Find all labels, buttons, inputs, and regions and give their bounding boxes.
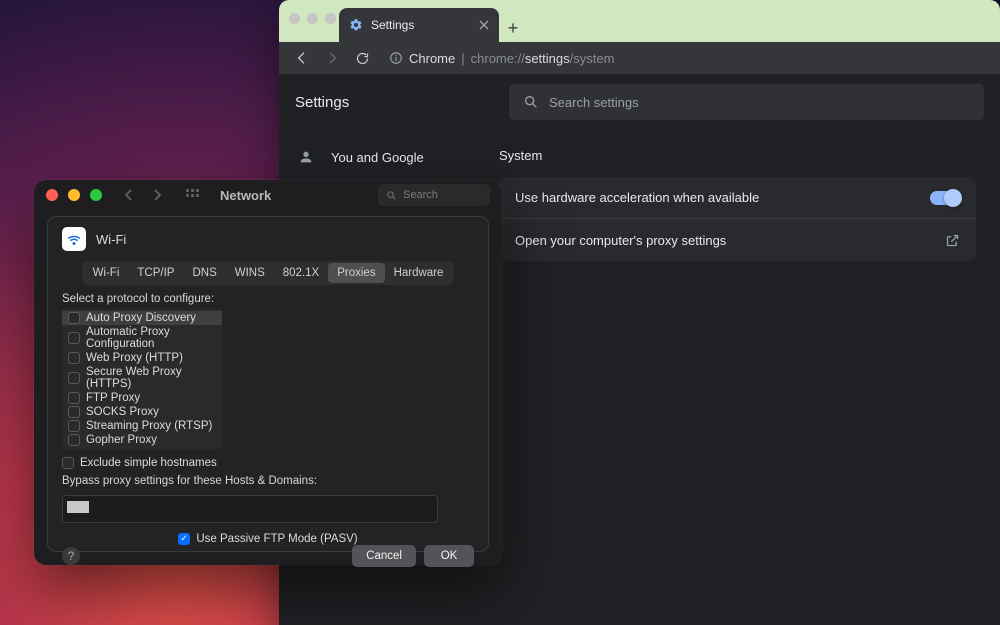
checkbox[interactable] [68,332,80,344]
wifi-icon [62,227,86,251]
traffic-max[interactable] [325,13,336,24]
tab-settings[interactable]: Settings [339,8,499,42]
row-label: Use hardware acceleration when available [515,190,759,205]
tab-hardware[interactable]: Hardware [385,263,453,283]
tab-8021x[interactable]: 802.1X [274,263,328,283]
checkbox[interactable] [68,352,80,364]
row-label: Open your computer's proxy settings [515,233,726,248]
select-protocol-label: Select a protocol to configure: [62,293,474,305]
section-title: System [499,148,976,163]
person-icon [297,148,315,166]
sidebar-item-you-and-google[interactable]: You and Google [279,138,499,176]
row-hw-accel: Use hardware acceleration when available [499,177,976,218]
settings-search[interactable]: Search settings [509,84,984,120]
checkbox[interactable] [68,372,80,384]
forward-button[interactable] [321,47,343,69]
tab-wins[interactable]: WINS [226,263,274,283]
panel-search[interactable]: Search [378,184,490,206]
help-button[interactable]: ? [62,547,80,565]
checkbox[interactable] [68,406,80,418]
protocol-label: Secure Web Proxy (HTTPS) [86,366,216,390]
protocol-label: SOCKS Proxy [86,406,159,418]
protocol-label: Automatic Proxy Configuration [86,326,216,350]
protocol-item[interactable]: Gopher Proxy [62,433,222,447]
search-placeholder: Search settings [549,95,639,110]
gear-icon [349,18,363,32]
tab-label: Settings [371,18,414,32]
protocol-label: Gopher Proxy [86,434,157,446]
checkbox[interactable] [68,420,80,432]
passive-ftp-checkbox[interactable] [178,533,190,545]
exclude-hostnames-label: Exclude simple hostnames [80,457,217,469]
protocol-list: Auto Proxy Discovery Automatic Proxy Con… [62,309,222,449]
protocol-item[interactable]: FTP Proxy [62,391,222,405]
hw-accel-toggle[interactable] [930,191,960,205]
url-scheme: chrome:// [471,51,525,66]
protocol-label: Auto Proxy Discovery [86,312,196,324]
protocol-label: Streaming Proxy (RTSP) [86,420,212,432]
panel-forward[interactable] [152,189,162,201]
panel-search-placeholder: Search [403,189,438,201]
search-icon [386,190,397,201]
panel-title: Network [220,188,271,203]
network-preferences-panel: Network Search Wi-Fi Wi-Fi TCP/IP DNS WI… [34,180,502,565]
chrome-titlebar: Settings + [279,0,1000,42]
back-button[interactable] [291,47,313,69]
traffic-min[interactable] [307,13,318,24]
protocol-label: FTP Proxy [86,392,140,404]
url-path: /system [570,51,615,66]
address-bar[interactable]: Chrome | chrome://settings/system [389,51,614,66]
protocol-item[interactable]: Streaming Proxy (RTSP) [62,419,222,433]
tab-proxies[interactable]: Proxies [328,263,384,283]
panel-close[interactable] [46,189,58,201]
row-open-proxy[interactable]: Open your computer's proxy settings [499,218,976,261]
cancel-button[interactable]: Cancel [352,545,416,567]
search-icon [523,94,539,110]
wifi-label: Wi-Fi [96,232,126,247]
tab-tcpip[interactable]: TCP/IP [128,263,183,283]
panel-inner: Wi-Fi Wi-Fi TCP/IP DNS WINS 802.1X Proxi… [47,216,489,552]
close-icon[interactable] [479,20,489,30]
sidebar-item-label: You and Google [331,150,424,165]
bypass-textarea[interactable] [62,495,438,523]
protocol-item[interactable]: Secure Web Proxy (HTTPS) [62,365,222,391]
panel-back[interactable] [124,189,134,201]
reload-button[interactable] [351,47,373,69]
chrome-traffic-lights [289,13,336,24]
checkbox[interactable] [68,312,80,324]
traffic-close[interactable] [289,13,300,24]
exclude-hostnames-checkbox[interactable] [62,457,74,469]
protocol-item[interactable]: Web Proxy (HTTP) [62,351,222,365]
checkbox[interactable] [68,434,80,446]
protocol-label: Web Proxy (HTTP) [86,352,183,364]
tab-dns[interactable]: DNS [183,263,225,283]
ok-button[interactable]: OK [424,545,474,567]
system-card: Use hardware acceleration when available… [499,177,976,261]
panel-min[interactable] [68,189,80,201]
url-sep: | [461,51,464,66]
protocol-item[interactable]: Automatic Proxy Configuration [62,325,222,351]
tab-wifi[interactable]: Wi-Fi [84,263,129,283]
external-link-icon [944,232,960,248]
info-icon [389,51,403,65]
passive-ftp-label: Use Passive FTP Mode (PASV) [196,533,357,545]
url-host: settings [525,51,570,66]
settings-header: Settings Search settings [279,74,1000,130]
all-prefs-icon[interactable] [186,189,202,201]
protocol-item[interactable]: Auto Proxy Discovery [62,311,222,325]
url-chrome-label: Chrome [409,51,455,66]
protocol-item[interactable]: SOCKS Proxy [62,405,222,419]
panel-titlebar: Network Search [34,180,502,210]
page-title: Settings [295,94,349,111]
chrome-toolbar: Chrome | chrome://settings/system [279,42,1000,74]
text-cursor [67,501,89,513]
panel-max[interactable] [90,189,102,201]
settings-content: System Use hardware acceleration when av… [499,130,1000,625]
new-tab-button[interactable]: + [499,14,527,42]
tabs-segmented: Wi-Fi TCP/IP DNS WINS 802.1X Proxies Har… [82,261,455,285]
bypass-label: Bypass proxy settings for these Hosts & … [62,475,474,487]
checkbox[interactable] [68,392,80,404]
